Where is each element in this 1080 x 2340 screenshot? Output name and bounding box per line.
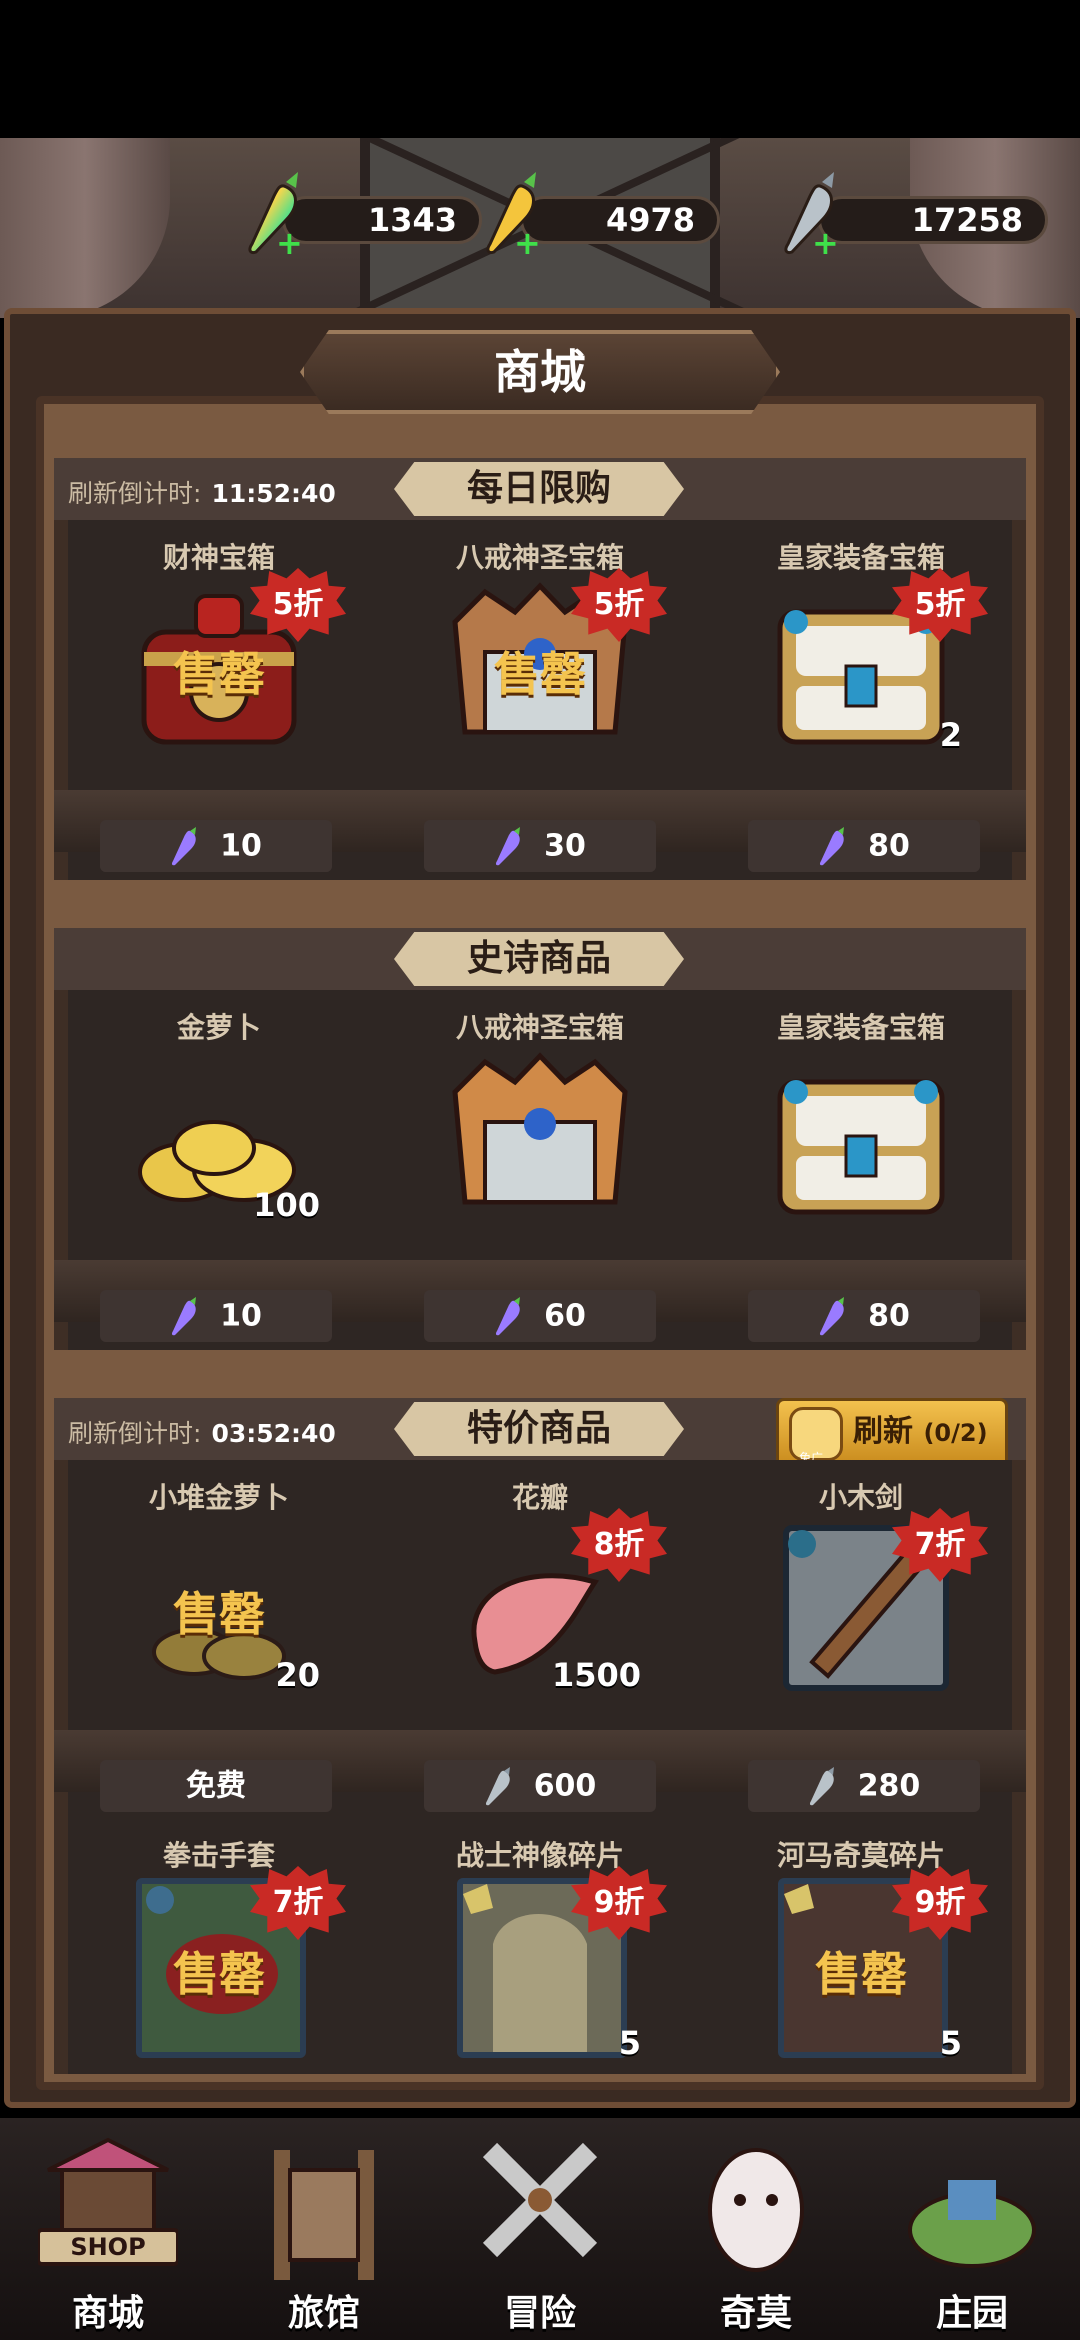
nav-label: 冒险 xyxy=(503,2293,576,2334)
price-button[interactable]: 80 xyxy=(748,1290,980,1342)
manor-island-icon xyxy=(908,2180,1036,2268)
countdown-label: 刷新倒计时: xyxy=(68,1419,202,1448)
nav-inn[interactable]: 旅馆 xyxy=(216,2118,432,2340)
daily-countdown: 刷新倒计时: 11:52:40 xyxy=(68,474,336,510)
countdown-label: 刷新倒计时: xyxy=(68,479,202,508)
crossed-swords-icon xyxy=(482,2142,598,2258)
nav-label: 旅馆 xyxy=(287,2293,360,2334)
price-button[interactable]: 10 xyxy=(100,1290,332,1342)
left-curtain xyxy=(0,138,170,318)
item-name: 小堆金萝卜 xyxy=(148,1481,289,1514)
item-name: 拳击手套 xyxy=(162,1839,275,1872)
sold-out-label: 售罄 xyxy=(173,1947,265,2001)
item-quantity: 5 xyxy=(618,2024,641,2062)
price-value: 80 xyxy=(868,828,910,864)
price-value: 600 xyxy=(533,1768,597,1804)
royal-chest-icon xyxy=(777,1079,945,1215)
shop-item-hippo-shard[interactable]: 河马奇莫碎片 9折 售罄 5 xyxy=(706,1828,1016,2074)
shop-icon: SHOP xyxy=(38,2137,178,2266)
item-quantity: 20 xyxy=(275,1656,320,1694)
refresh-button[interactable]: 免广 刷新 (0/2) xyxy=(776,1398,1008,1468)
free-button[interactable]: 免费 xyxy=(100,1760,332,1812)
price-button[interactable]: 10 xyxy=(100,820,332,872)
nav-label: 庄园 xyxy=(935,2293,1008,2334)
item-name: 皇家装备宝箱 xyxy=(776,541,945,574)
daily-section-header: 刷新倒计时: 11:52:40 每日限购 xyxy=(54,458,1026,520)
nav-pets[interactable]: 奇莫 xyxy=(648,2118,864,2340)
currency-amount: 1343 xyxy=(282,196,482,244)
inn-gate-icon xyxy=(274,2150,374,2280)
rainbow-carrot-icon xyxy=(172,1296,197,1335)
status-bar xyxy=(0,0,1080,138)
rainbow-carrot-icon xyxy=(820,826,845,865)
item-name: 八戒神圣宝箱 xyxy=(455,1011,624,1044)
refresh-count: (0/2) xyxy=(923,1419,988,1447)
top-scene: 1343 + 4978 + 17258 + xyxy=(0,138,1080,318)
epic-section-title: 史诗商品 xyxy=(394,932,684,986)
rainbow-carrot-icon xyxy=(496,826,521,865)
pet-icon xyxy=(708,2148,804,2272)
price-value: 免费 xyxy=(186,1768,246,1804)
holy-chest-icon xyxy=(452,1052,628,1205)
rainbow-carrot-icon xyxy=(496,1296,521,1335)
special-section-title: 特价商品 xyxy=(394,1402,684,1456)
special-section-header: 刷新倒计时: 03:52:40 特价商品 免广 刷新 (0/2) xyxy=(54,1398,1026,1468)
countdown-time: 11:52:40 xyxy=(211,479,336,508)
item-name: 花瓣 xyxy=(511,1481,568,1514)
add-rainbow-carrot-icon[interactable]: + xyxy=(276,227,303,259)
item-name: 战士神像碎片 xyxy=(455,1839,624,1872)
item-quantity: 2 xyxy=(939,716,962,754)
bottom-navigation: SHOP 商城 旅馆 冒险 奇莫 庄园 xyxy=(0,2118,1080,2340)
silver-carrot-icon xyxy=(809,1766,834,1805)
item-quantity: 5 xyxy=(939,2024,962,2062)
nav-label: 奇莫 xyxy=(719,2293,792,2334)
sold-out-label: 售罄 xyxy=(815,1947,907,2001)
item-name: 河马奇莫碎片 xyxy=(776,1839,945,1872)
nav-adventure[interactable]: 冒险 xyxy=(432,2118,648,2340)
sold-out-label: 售罄 xyxy=(173,1587,265,1641)
shop-item-warrior-statue-shard[interactable]: 战士神像碎片 9折 5 xyxy=(385,1828,695,2074)
shop-sign-text: SHOP xyxy=(70,2233,145,2261)
sold-out-label: 售罄 xyxy=(494,647,586,701)
item-name: 皇家装备宝箱 xyxy=(776,1011,945,1044)
nav-shop[interactable]: SHOP 商城 xyxy=(0,2118,216,2340)
item-quantity: 100 xyxy=(253,1186,320,1224)
silver-carrot-icon xyxy=(485,1766,510,1805)
item-name: 财神宝箱 xyxy=(162,541,275,574)
currency-amount: 17258 xyxy=(818,196,1048,244)
currency-amount: 4978 xyxy=(520,196,720,244)
price-value: 10 xyxy=(220,1298,262,1334)
shop-scroll-area[interactable]: 刷新倒计时:11:52:40 每日限购 财神宝箱 5折 售罄 10 八戒神圣宝箱… xyxy=(54,434,1026,2074)
epic-section-header: 史诗商品 xyxy=(54,928,1026,990)
nav-manor[interactable]: 庄园 xyxy=(864,2118,1080,2340)
page-title: 商城 xyxy=(300,330,780,414)
price-button[interactable]: 80 xyxy=(748,820,980,872)
price-value: 30 xyxy=(544,828,586,864)
add-gold-carrot-icon[interactable]: + xyxy=(514,227,541,259)
price-value: 10 xyxy=(220,828,262,864)
refresh-label: 刷新 xyxy=(853,1414,913,1449)
daily-section-title: 每日限购 xyxy=(394,462,684,516)
price-value: 60 xyxy=(544,1298,586,1334)
countdown-time: 03:52:40 xyxy=(211,1419,336,1448)
add-silver-carrot-icon[interactable]: + xyxy=(812,227,839,259)
item-name: 八戒神圣宝箱 xyxy=(455,541,624,574)
item-name: 小木剑 xyxy=(818,1481,903,1514)
price-button[interactable]: 30 xyxy=(424,820,656,872)
nav-label: 商城 xyxy=(71,2293,144,2334)
price-button[interactable]: 60 xyxy=(424,1290,656,1342)
shop-item-boxing-glove[interactable]: 拳击手套 7折 售罄 xyxy=(64,1828,374,2074)
special-countdown: 刷新倒计时: 03:52:40 xyxy=(68,1414,336,1450)
price-button[interactable]: 600 xyxy=(424,1760,656,1812)
price-value: 80 xyxy=(868,1298,910,1334)
rainbow-carrot-icon xyxy=(820,1296,845,1335)
price-button[interactable]: 280 xyxy=(748,1760,980,1812)
item-name: 金萝卜 xyxy=(176,1011,261,1044)
sold-out-label: 售罄 xyxy=(173,647,265,701)
rainbow-carrot-icon xyxy=(172,826,197,865)
item-quantity: 1500 xyxy=(551,1656,641,1694)
price-value: 280 xyxy=(857,1768,921,1804)
